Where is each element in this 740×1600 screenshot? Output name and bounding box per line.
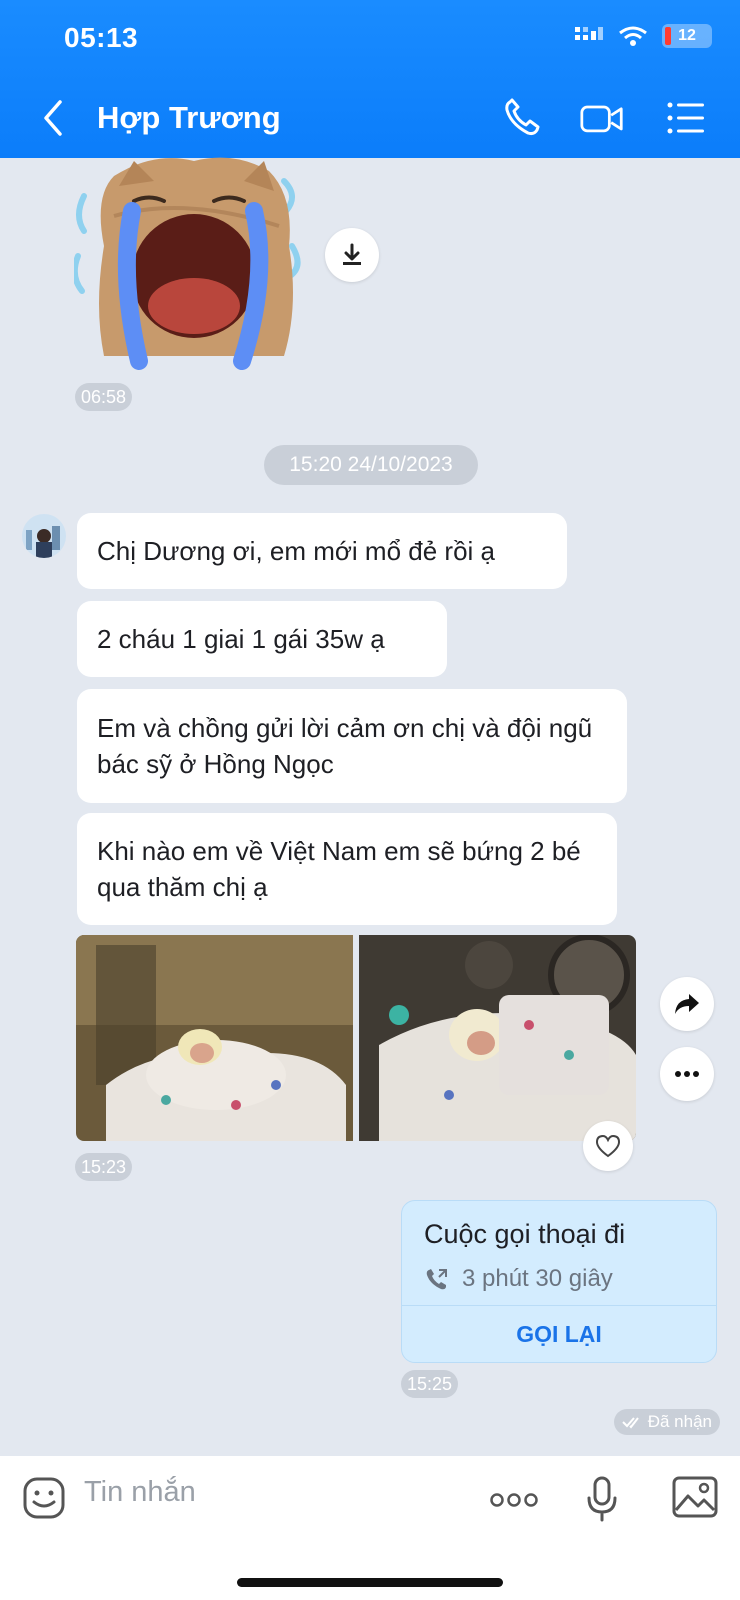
forward-button[interactable] (660, 977, 714, 1031)
call-title: Cuộc gọi thoại đi (424, 1219, 626, 1249)
react-button[interactable] (583, 1121, 633, 1171)
chat-header: 05:13 12 Hợp Trương (0, 0, 740, 158)
message-text: Chị Dương ơi, em mới mổ đẻ rồi ạ (97, 536, 495, 566)
crying-cat-sticker[interactable] (74, 156, 306, 376)
message-time: 15:23 (75, 1153, 133, 1181)
message-text: 2 cháu 1 giai 1 gái 35w ạ (97, 624, 385, 654)
message-bubble[interactable]: 2 cháu 1 giai 1 gái 35w ạ (77, 601, 447, 677)
call-log-card[interactable]: Cuộc gọi thoại đi 3 phút 30 giây GỌI LẠI (401, 1200, 717, 1363)
message-time: 15:25 (401, 1370, 459, 1398)
avatar[interactable] (22, 514, 66, 558)
download-button[interactable] (325, 228, 379, 282)
battery-indicator: 12 (662, 24, 712, 48)
baby-photo[interactable] (76, 935, 353, 1141)
outgoing-call-icon (426, 1269, 447, 1290)
image-icon[interactable] (672, 1476, 718, 1518)
message-bubble[interactable]: Chị Dương ơi, em mới mổ đẻ rồi ạ (77, 513, 567, 589)
emoji-icon[interactable] (22, 1476, 66, 1520)
call-back-button[interactable]: GỌI LẠI (402, 1311, 716, 1357)
message-text: Em và chồng gửi lời cảm ơn chị và đội ng… (97, 713, 593, 779)
delivery-status-text: Đã nhận (647, 1412, 712, 1431)
download-icon (343, 243, 361, 265)
status-time: 05:13 (64, 22, 139, 53)
microphone-icon[interactable] (585, 1476, 619, 1524)
more-icon[interactable] (490, 1492, 538, 1508)
contact-name[interactable]: Hợp Trương (97, 100, 281, 136)
signal-icon (575, 27, 603, 40)
message-time: 06:58 (75, 383, 133, 411)
double-check-icon (622, 1417, 639, 1429)
message-bubble[interactable]: Khi nào em về Việt Nam em sẽ bứng 2 bé q… (77, 813, 617, 925)
message-text: Khi nào em về Việt Nam em sẽ bứng 2 bé q… (97, 836, 581, 902)
photo-group[interactable] (76, 935, 636, 1141)
list-menu-icon[interactable] (664, 96, 708, 140)
message-bubble[interactable]: Em và chồng gửi lời cảm ơn chị và đội ng… (77, 689, 627, 803)
date-separator: 15:20 24/10/2023 (264, 445, 478, 485)
call-duration: 3 phút 30 giây (462, 1265, 613, 1292)
divider (402, 1305, 716, 1306)
status-icons: 12 (574, 24, 712, 48)
message-input[interactable]: Tin nhắn (84, 1476, 196, 1509)
wifi-icon (619, 26, 647, 46)
phone-icon[interactable] (500, 96, 544, 140)
forward-icon (675, 994, 699, 1014)
more-options-button[interactable] (660, 1047, 714, 1101)
delivery-status: Đã nhận (613, 1409, 720, 1435)
video-camera-icon[interactable] (580, 96, 624, 140)
more-icon (675, 1071, 699, 1077)
heart-icon (595, 1134, 621, 1158)
chevron-left-icon[interactable] (36, 96, 72, 140)
battery-level: 12 (678, 27, 696, 44)
home-indicator (237, 1578, 503, 1587)
baby-photo[interactable] (359, 935, 636, 1141)
